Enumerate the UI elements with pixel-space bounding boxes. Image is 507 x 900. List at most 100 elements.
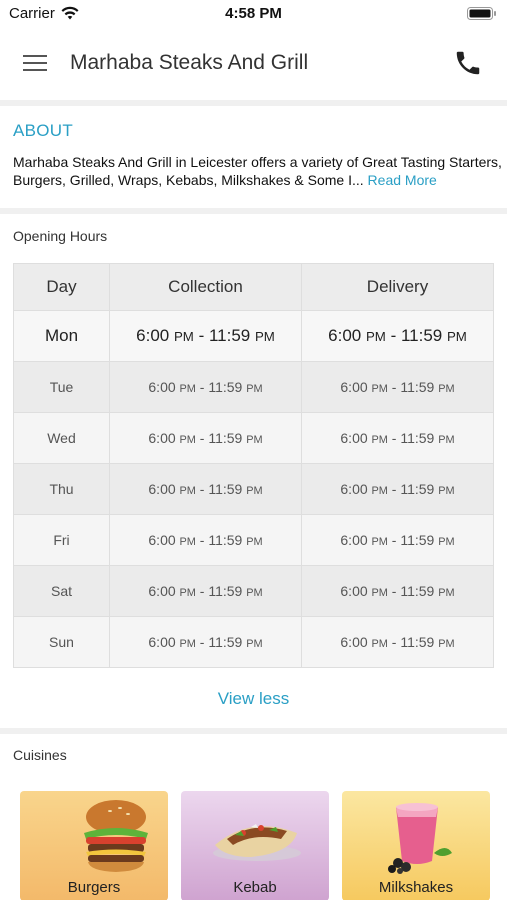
time-end-ampm: PM: [254, 329, 275, 344]
time-start-ampm: PM: [371, 587, 388, 599]
time-start-ampm: PM: [371, 536, 388, 548]
time-start: 6:00: [148, 430, 176, 446]
delivery-hours-cell: 6:00 PM - 11:59 PM: [301, 361, 494, 413]
app-header: Marhaba Steaks And Grill: [0, 28, 507, 100]
kebab-icon: [213, 824, 301, 861]
day-cell: Sun: [13, 616, 110, 668]
collection-hours-cell: 6:00 PM - 11:59 PM: [109, 616, 302, 668]
page-title: Marhaba Steaks And Grill: [70, 51, 309, 74]
hamburger-menu-icon[interactable]: [20, 50, 50, 76]
time-end: 11:59: [400, 634, 435, 650]
time-end-ampm: PM: [446, 329, 467, 344]
time-start: 6:00: [148, 634, 176, 650]
read-more-link[interactable]: Read More: [368, 172, 437, 188]
opening-hours-label: Opening Hours: [13, 228, 108, 244]
time-start: 6:00: [340, 532, 368, 548]
time-end: 11:59: [400, 481, 435, 497]
time-start-ampm: PM: [179, 587, 196, 599]
time-end: 11:59: [400, 430, 435, 446]
delivery-hours-cell: 6:00 PM - 11:59 PM: [301, 565, 494, 617]
time-end-ampm: PM: [438, 434, 455, 446]
time-start-ampm: PM: [179, 536, 196, 548]
time-start: 6:00: [328, 326, 362, 345]
day-cell: Sat: [13, 565, 110, 617]
column-header-delivery: Delivery: [301, 263, 494, 311]
time-start: 6:00: [340, 430, 368, 446]
time-end: 11:59: [208, 326, 251, 345]
time-start-ampm: PM: [371, 383, 388, 395]
time-end: 11:59: [208, 379, 243, 395]
cuisine-name: Kebab: [233, 879, 277, 896]
time-start: 6:00: [148, 379, 176, 395]
time-end-ampm: PM: [438, 536, 455, 548]
collection-hours-cell: 6:00 PM - 11:59 PM: [109, 310, 302, 362]
time-end-ampm: PM: [246, 383, 263, 395]
delivery-hours-cell: 6:00 PM - 11:59 PM: [301, 463, 494, 515]
time-start-ampm: PM: [179, 383, 196, 395]
time-start: 6:00: [340, 481, 368, 497]
section-divider: [0, 208, 507, 214]
time-start-ampm: PM: [179, 638, 196, 650]
cuisine-name: Milkshakes: [378, 879, 454, 896]
time-end: 11:59: [208, 634, 243, 650]
collection-hours-cell: 6:00 PM - 11:59 PM: [109, 412, 302, 464]
time-start: 6:00: [148, 532, 176, 548]
table-row: Thu 6:00 PM - 11:59 PM 6:00 PM - 11:59 PM: [13, 463, 494, 515]
delivery-hours-cell: 6:00 PM - 11:59 PM: [301, 412, 494, 464]
time-end-ampm: PM: [438, 638, 455, 650]
day-cell: Fri: [13, 514, 110, 566]
time-end-ampm: PM: [246, 434, 263, 446]
day-cell: Wed: [13, 412, 110, 464]
time-end-ampm: PM: [246, 485, 263, 497]
time-start-ampm: PM: [173, 329, 194, 344]
time-end-ampm: PM: [438, 383, 455, 395]
column-header-collection: Collection: [109, 263, 302, 311]
about-section: ABOUT Marhaba Steaks And Grill in Leices…: [0, 106, 507, 208]
about-description: Marhaba Steaks And Grill in Leicester of…: [13, 153, 503, 189]
time-start-ampm: PM: [179, 485, 196, 497]
delivery-hours-cell: 6:00 PM - 11:59 PM: [301, 616, 494, 668]
table-row: Tue 6:00 PM - 11:59 PM 6:00 PM - 11:59 PM: [13, 361, 494, 413]
time-start: 6:00: [340, 583, 368, 599]
time-end: 11:59: [400, 379, 435, 395]
time-end: 11:59: [400, 583, 435, 599]
section-divider: [0, 728, 507, 734]
time-start: 6:00: [340, 634, 368, 650]
battery-icon: [467, 7, 496, 20]
time-start-ampm: PM: [371, 434, 388, 446]
time-start: 6:00: [136, 326, 170, 345]
burger-icon: [84, 800, 148, 872]
time-end: 11:59: [400, 532, 435, 548]
collection-hours-cell: 6:00 PM - 11:59 PM: [109, 463, 302, 515]
time-end: 11:59: [208, 583, 243, 599]
status-time: 4:58 PM: [225, 5, 282, 22]
column-header-day: Day: [13, 263, 110, 311]
time-end-ampm: PM: [246, 638, 263, 650]
delivery-hours-cell: 6:00 PM - 11:59 PM: [301, 514, 494, 566]
time-start: 6:00: [148, 583, 176, 599]
table-row: Mon 6:00 PM - 11:59 PM 6:00 PM - 11:59 PM: [13, 310, 494, 362]
collection-hours-cell: 6:00 PM - 11:59 PM: [109, 361, 302, 413]
phone-icon[interactable]: [453, 48, 483, 78]
time-start-ampm: PM: [371, 638, 388, 650]
time-start-ampm: PM: [371, 485, 388, 497]
time-end: 11:59: [400, 326, 443, 345]
table-row: Sun 6:00 PM - 11:59 PM 6:00 PM - 11:59 PM: [13, 616, 494, 668]
time-start-ampm: PM: [179, 434, 196, 446]
cuisine-card-milkshakes[interactable]: Milkshakes: [342, 791, 490, 900]
time-end: 11:59: [208, 532, 243, 548]
time-end: 11:59: [208, 481, 243, 497]
view-less-link[interactable]: View less: [0, 689, 507, 709]
day-cell: Tue: [13, 361, 110, 413]
time-end-ampm: PM: [438, 587, 455, 599]
day-cell: Mon: [13, 310, 110, 362]
table-row: Fri 6:00 PM - 11:59 PM 6:00 PM - 11:59 PM: [13, 514, 494, 566]
collection-hours-cell: 6:00 PM - 11:59 PM: [109, 514, 302, 566]
about-heading: ABOUT: [13, 121, 74, 140]
time-start: 6:00: [340, 379, 368, 395]
cuisine-card-kebab[interactable]: Kebab: [181, 791, 329, 900]
cuisine-card-burgers[interactable]: Burgers: [20, 791, 168, 900]
milkshake-icon: [388, 803, 452, 874]
time-end: 11:59: [208, 430, 243, 446]
time-end-ampm: PM: [438, 485, 455, 497]
